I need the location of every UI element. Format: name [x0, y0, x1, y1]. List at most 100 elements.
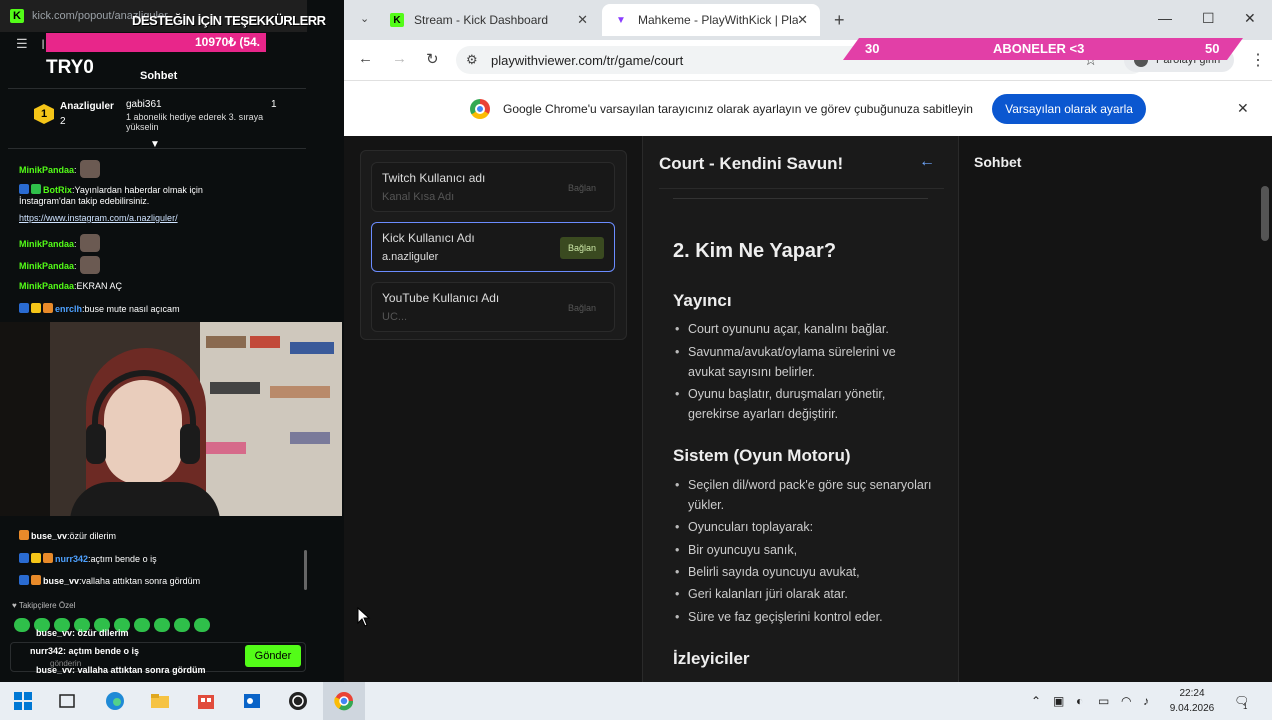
list-item: Court oyununu açar, kanalını bağlar.: [675, 319, 933, 339]
divider: [8, 148, 306, 149]
gift-description: 1 abonelik hediye ederek 3. sıraya yükse…: [126, 112, 264, 132]
playwithkick-favicon-icon: ▼: [616, 14, 626, 26]
infobar-text: Google Chrome'u varsayılan tarayıcınız o…: [503, 102, 973, 116]
leader-name[interactable]: Anazliguler: [60, 101, 114, 112]
notification-count: 1: [1243, 702, 1248, 711]
chrome-window: ⌄ K Stream - Kick Dashboard ✕ ▼ Mahkeme …: [344, 0, 1272, 682]
close-icon[interactable]: ✕: [577, 12, 588, 28]
clock[interactable]: 22:24 9.04.2026: [1168, 686, 1216, 716]
kick-connection: Kick Kullanıcı Adı a.nazliguler Bağlan: [371, 222, 615, 272]
gifter-name[interactable]: gabi361: [126, 99, 162, 110]
back-arrow-icon[interactable]: ←: [919, 153, 935, 171]
windows-start-icon[interactable]: [13, 691, 33, 711]
sub-goal-current: 30: [865, 41, 880, 56]
list-item: Seçilen dil/word pack'e göre suç senaryo…: [675, 475, 933, 515]
mouse-cursor-icon: [357, 607, 371, 627]
maximize-icon[interactable]: ☐: [1202, 10, 1215, 27]
menu-icon[interactable]: ⋮: [1250, 50, 1266, 70]
overlay-message: buse_vv: özür dilerim: [36, 628, 129, 638]
chat-message: BotRix:Yayınlardan haberdar olmak için İ…: [19, 184, 203, 206]
tab-title: Stream - Kick Dashboard: [414, 13, 549, 27]
reload-icon[interactable]: ↻: [426, 50, 439, 68]
tray-app-icon[interactable]: ▣: [1053, 694, 1064, 708]
sub-goal-label: ABONELER <3: [993, 41, 1085, 56]
twitch-connect-button[interactable]: Bağlan: [560, 177, 604, 199]
stream-overlay-title: DESTEĞİN İÇİN TEŞEKKÜRLERR: [132, 13, 326, 28]
rank-badge-icon: 1: [34, 104, 54, 124]
settings-icon[interactable]: ☰ l: [0, 33, 46, 55]
list-item: Oyunu başlatır, duruşmaları yönetir, ger…: [675, 384, 933, 424]
clock-time: 22:24: [1179, 688, 1205, 699]
overlay-message: nurr342: açtım bende o iş: [30, 646, 140, 656]
tab-title: Mahkeme - PlayWithKick | Play: [638, 13, 798, 27]
minimize-icon[interactable]: —: [1158, 10, 1172, 26]
tray-chevron-icon[interactable]: ⌃: [1031, 694, 1041, 708]
obs-icon[interactable]: [288, 691, 308, 711]
overlay-message: buse_vv: vallaha attıktan sonra gördüm: [36, 665, 206, 675]
new-tab-icon[interactable]: +: [834, 10, 845, 31]
chat-link[interactable]: https://www.instagram.com/a.nazliguler/: [19, 213, 178, 224]
chrome-taskbar-icon[interactable]: [334, 691, 354, 711]
list-item: Savunma/avukat/oylama sürelerini ve avuk…: [675, 342, 933, 382]
tray-app-icon[interactable]: ◐: [1076, 694, 1083, 708]
kick-logo-icon: K: [10, 9, 24, 23]
list-item: Bir oyuncuyu sanık,: [675, 540, 933, 560]
list-item: Geri kalanları jüri olarak atar.: [675, 584, 933, 604]
chat-message: nurr342:açtım bende o iş: [19, 553, 157, 565]
court-rules-panel: Court - Kendini Savun! ← 2. Kim Ne Yapar…: [642, 136, 959, 682]
desktop: K kick.com/popout/anazliguler DESTEĞİN İ…: [0, 0, 1272, 720]
channel-label: TRY0: [46, 57, 94, 78]
edge-icon[interactable]: [105, 691, 125, 711]
tab-mahkeme[interactable]: ▼ Mahkeme - PlayWithKick | Play ✕: [602, 4, 820, 36]
outlook-icon[interactable]: [242, 691, 262, 711]
verified-badge-icon: [31, 184, 41, 194]
page-scrollbar[interactable]: [1261, 186, 1269, 241]
back-icon[interactable]: ←: [358, 50, 373, 67]
youtube-input[interactable]: UC...: [382, 311, 407, 323]
subscriber-goal-overlay: 30 ABONELER <3 50: [843, 38, 1243, 60]
forward-icon[interactable]: →: [392, 50, 407, 67]
chat-message: buse_vv:vallaha attıktan sonra gördüm: [19, 575, 200, 587]
sub-goal-target: 50: [1205, 41, 1220, 56]
chat-message: enrclh:buse mute nasıl açıcam: [19, 303, 180, 315]
divider: [8, 88, 306, 89]
kick-chat-window: K kick.com/popout/anazliguler DESTEĞİN İ…: [0, 0, 344, 682]
window-close-icon[interactable]: ✕: [1244, 10, 1256, 27]
send-button[interactable]: Gönder: [245, 645, 301, 667]
tab-strip: ⌄ K Stream - Kick Dashboard ✕ ▼ Mahkeme …: [344, 0, 1272, 40]
battery-icon[interactable]: ▭: [1098, 694, 1109, 708]
wifi-icon[interactable]: ◠: [1121, 694, 1131, 708]
list-item: Belirli sayıda oyuncuyu avukat,: [675, 562, 933, 582]
tab-kick-dashboard[interactable]: K Stream - Kick Dashboard ✕: [378, 4, 600, 36]
volume-icon[interactable]: ♪: [1143, 694, 1149, 708]
store-icon[interactable]: [196, 691, 216, 711]
sistem-heading: Sistem (Oyun Motoru): [673, 446, 851, 465]
chat-message: MinikPandaa:: [19, 234, 100, 252]
tab-search-icon[interactable]: ⌄: [360, 12, 369, 25]
file-explorer-icon[interactable]: [150, 691, 170, 711]
chat-message: MinikPandaa:: [19, 256, 100, 274]
chat-message: MinikPandaa:EKRAN AÇ: [19, 281, 123, 291]
youtube-connect-button[interactable]: Bağlan: [560, 297, 604, 319]
chat-header: Sohbet: [140, 70, 178, 82]
yayinci-heading: Yayıncı: [673, 291, 732, 310]
donation-goal-bar: 10970₺ (54.: [46, 33, 266, 52]
twitch-input[interactable]: Kanal Kısa Adı: [382, 191, 454, 203]
site-info-icon[interactable]: ⚙: [466, 52, 478, 68]
webcam-feed: [0, 322, 342, 516]
list-item: Oyuncuları toplayarak:: [675, 517, 933, 537]
close-icon[interactable]: ✕: [797, 12, 808, 28]
cat-emote-icon: [79, 234, 100, 252]
infobar-close-icon[interactable]: ✕: [1237, 100, 1249, 117]
set-default-button[interactable]: Varsayılan olarak ayarla: [992, 94, 1146, 124]
youtube-connection: YouTube Kullanıcı Adı UC... Bağlan: [371, 282, 615, 332]
leader-count: 2: [60, 116, 66, 127]
followers-only-label: ♥ Takipçilere Özel: [12, 601, 76, 610]
kick-input[interactable]: a.nazliguler: [382, 251, 438, 263]
task-view-icon[interactable]: [57, 691, 77, 711]
mod-badge-icon: [19, 184, 29, 194]
chat-scrollbar[interactable]: [304, 550, 307, 590]
kick-favicon-icon: K: [390, 13, 404, 27]
kick-connect-button[interactable]: Bağlan: [560, 237, 604, 259]
izleyiciler-heading: İzleyiciler: [673, 649, 750, 668]
